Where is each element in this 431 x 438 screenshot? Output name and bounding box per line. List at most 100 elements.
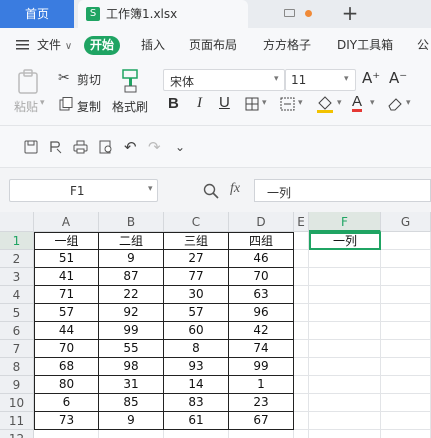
cell-b6[interactable]: 99 [99, 322, 164, 340]
cell-e10[interactable] [294, 394, 309, 412]
cell-g7[interactable] [381, 340, 431, 358]
cell-f1[interactable]: 一列 [309, 232, 381, 250]
cell-d6[interactable]: 42 [229, 322, 294, 340]
cell-f2[interactable] [309, 250, 381, 268]
row-header-4[interactable]: 4 [0, 286, 34, 304]
cell-e6[interactable] [294, 322, 309, 340]
cell-a6[interactable]: 44 [34, 322, 99, 340]
column-header-c[interactable]: C [164, 212, 229, 232]
cell-g3[interactable] [381, 268, 431, 286]
cell-b7[interactable]: 55 [99, 340, 164, 358]
cell-d8[interactable]: 99 [229, 358, 294, 376]
bold-button[interactable]: B [168, 95, 179, 112]
cell-e9[interactable] [294, 376, 309, 394]
cell-b11[interactable]: 9 [99, 412, 164, 430]
row-header-7[interactable]: 7 [0, 340, 34, 358]
cell-style-icon[interactable] [280, 97, 296, 111]
cell-c12[interactable] [164, 430, 229, 438]
cell-g8[interactable] [381, 358, 431, 376]
cell-g1[interactable] [381, 232, 431, 250]
cell-d10[interactable]: 23 [229, 394, 294, 412]
print-preview-icon[interactable] [99, 140, 113, 154]
cell-a11[interactable]: 73 [34, 412, 99, 430]
menu-more[interactable]: 公 [417, 28, 429, 62]
undo-icon[interactable]: ↶ [124, 139, 137, 155]
column-header-d[interactable]: D [229, 212, 294, 232]
menu-page-layout[interactable]: 页面布局 [189, 28, 237, 62]
cell-b5[interactable]: 92 [99, 304, 164, 322]
row-header-11[interactable]: 11 [0, 412, 34, 430]
row-header-12[interactable]: 12 [0, 430, 34, 438]
workbook-tab[interactable]: S 工作簿1.xlsx [78, 0, 248, 28]
cell-b3[interactable]: 87 [99, 268, 164, 286]
cell-g11[interactable] [381, 412, 431, 430]
cell-d12[interactable] [229, 430, 294, 438]
cell-f4[interactable] [309, 286, 381, 304]
cell-e7[interactable] [294, 340, 309, 358]
cell-e11[interactable] [294, 412, 309, 430]
fill-color-icon[interactable] [316, 95, 334, 113]
cell-a4[interactable]: 71 [34, 286, 99, 304]
cell-e5[interactable] [294, 304, 309, 322]
cell-f5[interactable] [309, 304, 381, 322]
cell-g6[interactable] [381, 322, 431, 340]
cell-g4[interactable] [381, 286, 431, 304]
cell-c1[interactable]: 三组 [164, 232, 229, 250]
home-tab[interactable]: 首页 [0, 0, 74, 28]
font-color-button[interactable]: A [352, 94, 363, 112]
cell-c8[interactable]: 93 [164, 358, 229, 376]
zoom-search-icon[interactable] [203, 183, 219, 199]
row-header-1[interactable]: 1 [0, 232, 34, 250]
copy-button[interactable]: 复制 [77, 98, 101, 115]
paste-label[interactable]: 粘贴 [14, 98, 38, 115]
cell-e4[interactable] [294, 286, 309, 304]
cell-d11[interactable]: 67 [229, 412, 294, 430]
cell-b10[interactable]: 85 [99, 394, 164, 412]
paste-icon[interactable] [17, 69, 41, 95]
font-name-select[interactable]: 宋体 ▾ [163, 69, 285, 91]
eraser-icon[interactable] [387, 96, 403, 112]
cell-c6[interactable]: 60 [164, 322, 229, 340]
cell-d5[interactable]: 96 [229, 304, 294, 322]
cell-a9[interactable]: 80 [34, 376, 99, 394]
cell-a7[interactable]: 70 [34, 340, 99, 358]
menu-start[interactable]: 开始 [84, 36, 120, 55]
cell-b1[interactable]: 二组 [99, 232, 164, 250]
row-header-10[interactable]: 10 [0, 394, 34, 412]
cell-f12[interactable] [309, 430, 381, 438]
export-pdf-icon[interactable] [49, 140, 63, 154]
cell-c4[interactable]: 30 [164, 286, 229, 304]
cell-a5[interactable]: 57 [34, 304, 99, 322]
hamburger-icon[interactable] [16, 28, 30, 62]
column-header-a[interactable]: A [34, 212, 99, 232]
cell-d7[interactable]: 74 [229, 340, 294, 358]
cell-c3[interactable]: 77 [164, 268, 229, 286]
cell-a3[interactable]: 41 [34, 268, 99, 286]
cut-button[interactable]: 剪切 [77, 71, 101, 88]
new-tab-button[interactable]: + [338, 0, 362, 28]
cell-c11[interactable]: 61 [164, 412, 229, 430]
cell-e2[interactable] [294, 250, 309, 268]
customize-toolbar-icon[interactable]: ⌄ [175, 139, 185, 155]
cell-f3[interactable] [309, 268, 381, 286]
cell-d2[interactable]: 46 [229, 250, 294, 268]
cell-f7[interactable] [309, 340, 381, 358]
column-header-g[interactable]: G [381, 212, 431, 232]
menu-fangfang[interactable]: 方方格子 [263, 28, 311, 62]
cell-c7[interactable]: 8 [164, 340, 229, 358]
row-header-2[interactable]: 2 [0, 250, 34, 268]
cell-f10[interactable] [309, 394, 381, 412]
row-header-6[interactable]: 6 [0, 322, 34, 340]
column-header-e[interactable]: E [294, 212, 309, 232]
menu-file[interactable]: 文件 ∨ [37, 28, 72, 62]
column-header-f[interactable]: F [309, 212, 381, 232]
cell-e12[interactable] [294, 430, 309, 438]
cell-a2[interactable]: 51 [34, 250, 99, 268]
cell-b2[interactable]: 9 [99, 250, 164, 268]
row-header-8[interactable]: 8 [0, 358, 34, 376]
row-header-9[interactable]: 9 [0, 376, 34, 394]
grow-font-button[interactable]: A⁺ [362, 69, 380, 87]
cell-b4[interactable]: 22 [99, 286, 164, 304]
save-icon[interactable] [24, 140, 38, 154]
cell-f9[interactable] [309, 376, 381, 394]
